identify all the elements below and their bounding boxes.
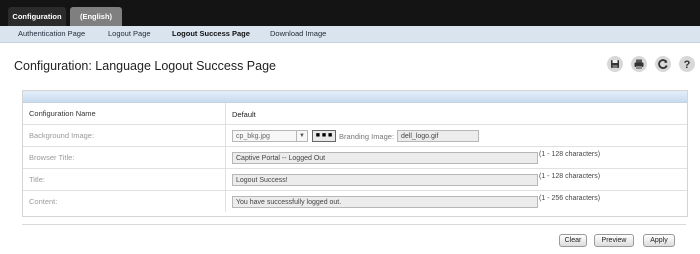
save-icon[interactable]	[606, 55, 624, 73]
branding-image-field[interactable]: dell_logo.gif	[397, 130, 479, 142]
row-configuration-name: Configuration Name Default	[23, 103, 687, 125]
row-content: Content: You have successfully logged ou…	[23, 191, 687, 212]
preview-button[interactable]: Preview	[594, 234, 634, 247]
svg-text:?: ?	[684, 59, 691, 71]
background-image-select[interactable]: cp_bkg.jpg ▼	[232, 130, 308, 142]
browser-title-cell: Captive Portal -- Logged Out (1 - 128 ch…	[225, 147, 687, 168]
sub-navigation: Authentication Page Logout Page Logout S…	[0, 26, 700, 43]
refresh-icon[interactable]	[654, 55, 672, 73]
subnav-logout-success-page[interactable]: Logout Success Page	[172, 26, 250, 42]
title-cell: Logout Success! (1 - 128 characters)	[225, 169, 687, 190]
apply-button[interactable]: Apply	[643, 234, 675, 247]
config-panel: Configuration Name Default Background Im…	[22, 90, 688, 217]
row-title: Title: Logout Success! (1 - 128 characte…	[23, 169, 687, 191]
top-bar: Configuration (English)	[0, 0, 700, 26]
clear-button[interactable]: Clear	[559, 234, 587, 247]
branding-image-label: Branding Image:	[339, 132, 395, 141]
help-icon[interactable]: ?	[678, 55, 696, 73]
browser-title-hint: (1 - 128 characters)	[539, 151, 601, 158]
config-name-cell: Default	[225, 103, 687, 124]
config-name-label: Configuration Name	[29, 109, 96, 118]
browser-title-input[interactable]: Captive Portal -- Logged Out	[232, 152, 538, 164]
content-input[interactable]: You have successfully logged out.	[232, 196, 538, 208]
background-image-cell: cp_bkg.jpg ▼ ■ ■ ■ Branding Image: dell_…	[225, 125, 687, 146]
divider	[22, 224, 686, 225]
browser-title-label: Browser Title:	[29, 153, 75, 162]
subnav-authentication-page[interactable]: Authentication Page	[18, 26, 85, 42]
chevron-down-icon: ▼	[296, 131, 307, 141]
subnav-download-image[interactable]: Download Image	[270, 26, 326, 42]
title-hint: (1 - 128 characters)	[539, 173, 601, 180]
title-label: Title:	[29, 175, 45, 184]
row-browser-title: Browser Title: Captive Portal -- Logged …	[23, 147, 687, 169]
subnav-logout-page[interactable]: Logout Page	[108, 26, 151, 42]
panel-header	[23, 91, 687, 103]
print-icon[interactable]	[630, 55, 648, 73]
background-image-label: Background Image:	[29, 131, 95, 140]
tab-english[interactable]: (English)	[70, 7, 122, 26]
content-hint: (1 - 256 characters)	[539, 195, 601, 202]
config-name-value: Default	[232, 110, 256, 119]
tab-configuration[interactable]: Configuration	[8, 7, 66, 26]
background-image-select-value: cp_bkg.jpg	[236, 133, 270, 140]
content-label: Content:	[29, 197, 58, 206]
title-input[interactable]: Logout Success!	[232, 174, 538, 186]
page-title: Configuration: Language Logout Success P…	[14, 59, 276, 73]
content-cell: You have successfully logged out. (1 - 2…	[225, 191, 687, 212]
browse-button[interactable]: ■ ■ ■	[312, 130, 336, 142]
row-background-image: Background Image: cp_bkg.jpg ▼ ■ ■ ■ Bra…	[23, 125, 687, 147]
